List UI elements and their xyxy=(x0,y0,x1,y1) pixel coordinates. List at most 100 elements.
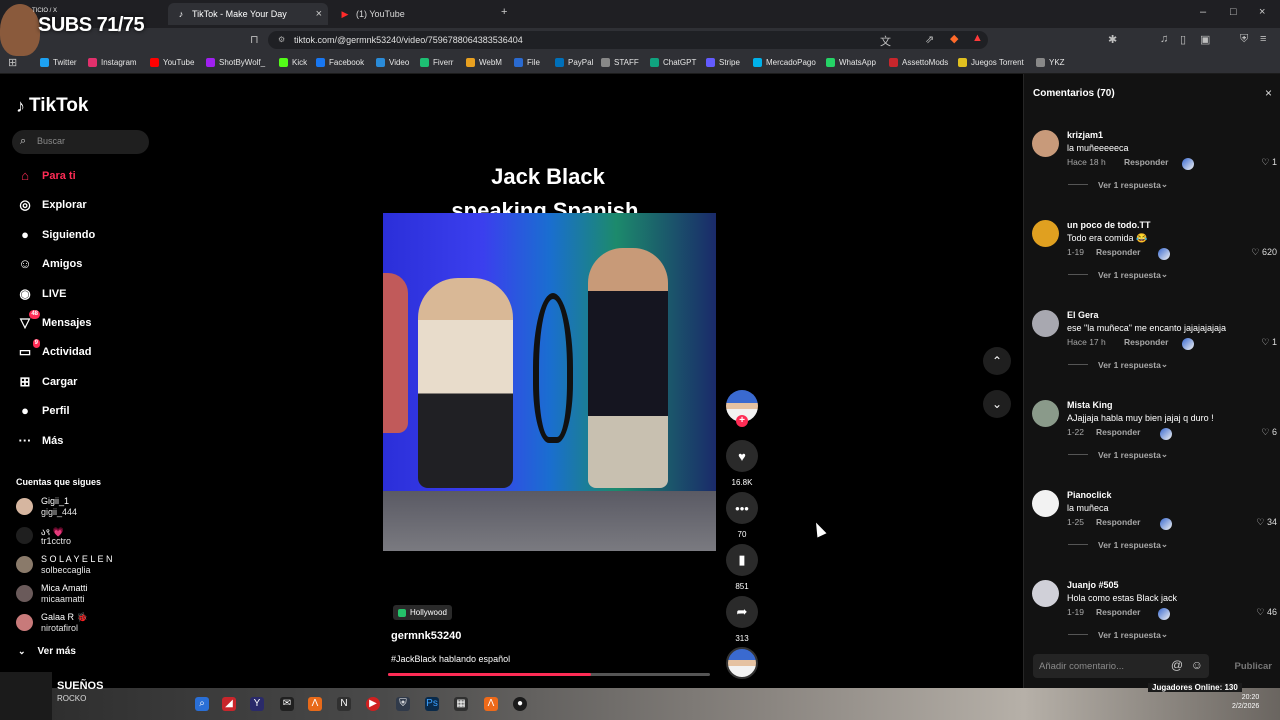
sidebar-item-para-ti[interactable]: ⌂ Para ti xyxy=(16,166,76,186)
avatar[interactable] xyxy=(1032,310,1059,337)
save-button[interactable]: ▮ xyxy=(726,544,758,576)
view-replies-button[interactable]: Ver 1 respuesta ⌄ xyxy=(1068,539,1168,550)
like-button[interactable]: ♥ xyxy=(726,440,758,472)
comment-username[interactable]: Pianoclick xyxy=(1067,490,1112,500)
youtube-music-icon[interactable]: ▶ xyxy=(366,697,380,711)
view-replies-button[interactable]: Ver 1 respuesta ⌄ xyxy=(1068,359,1168,370)
sidebar-item-perfil[interactable]: ● Perfil xyxy=(16,401,69,421)
github-icon[interactable]: ● xyxy=(513,697,527,711)
reply-button[interactable]: Responder xyxy=(1124,337,1168,347)
following-account[interactable]: ა९ 💗 tr1cctro xyxy=(16,523,146,549)
avatar[interactable] xyxy=(1032,130,1059,157)
video-player[interactable] xyxy=(383,213,716,551)
previous-video-button[interactable]: ⌃ xyxy=(983,347,1011,375)
reply-button[interactable]: Responder xyxy=(1124,157,1168,167)
share-button[interactable]: ➦ xyxy=(726,596,758,628)
sidebar-item-siguiendo[interactable]: ● Siguiendo xyxy=(16,225,95,245)
reply-button[interactable]: Responder xyxy=(1096,427,1140,437)
bookmark-file[interactable]: File xyxy=(514,58,540,67)
comment-username[interactable]: un poco de todo.TT xyxy=(1067,220,1150,230)
tiktok-logo[interactable]: ♪ TikTok xyxy=(16,95,88,117)
avatar[interactable] xyxy=(1032,220,1059,247)
app-icon-orange-2[interactable]: Λ xyxy=(484,697,498,711)
view-replies-button[interactable]: Ver 1 respuesta ⌄ xyxy=(1068,269,1168,280)
emoji-icon[interactable]: ☺ xyxy=(1191,658,1203,672)
comment-username[interactable]: krizjam1 xyxy=(1067,130,1103,140)
sidebar-item-live[interactable]: ◉ LIVE xyxy=(16,284,66,304)
comment-like-button[interactable]: ♡ 1 xyxy=(1261,337,1277,348)
view-replies-button[interactable]: Ver 1 respuesta ⌄ xyxy=(1068,629,1168,640)
comment-button[interactable]: ••• xyxy=(726,492,758,524)
music-disc-avatar[interactable] xyxy=(726,647,758,679)
mail-icon[interactable]: ✉ xyxy=(280,697,294,711)
media-icon[interactable]: ♫ xyxy=(1160,33,1168,45)
publish-button[interactable]: Publicar xyxy=(1235,661,1273,672)
search-taskbar-icon[interactable]: ⌕ xyxy=(195,697,209,711)
maximize-icon[interactable]: □ xyxy=(1230,6,1237,18)
comment-like-button[interactable]: ♡ 6 xyxy=(1261,427,1277,438)
comment-input[interactable]: Añadir comentario... @ ☺ xyxy=(1033,654,1209,678)
avatar[interactable] xyxy=(1032,490,1059,517)
vpn-icon[interactable]: ⛨ xyxy=(1240,33,1248,46)
sidebar-icon[interactable]: ▯ xyxy=(1180,33,1186,46)
bookmark-stripe[interactable]: Stripe xyxy=(706,58,740,67)
sidebar-item-actividad[interactable]: ▭ 9 Actividad xyxy=(16,339,92,362)
app-icon-n[interactable]: N xyxy=(337,697,351,711)
bookmark-whatsapp[interactable]: WhatsApp xyxy=(826,58,876,67)
video-author[interactable]: germnk53240 xyxy=(391,630,461,642)
comment-like-button[interactable]: ♡ 620 xyxy=(1251,247,1277,258)
reply-button[interactable]: Responder xyxy=(1096,517,1140,527)
comment-like-button[interactable]: ♡ 1 xyxy=(1261,157,1277,168)
bookmark-kick[interactable]: Kick xyxy=(279,58,307,67)
sidebar-item-m-s[interactable]: ··· Más xyxy=(16,431,64,451)
hashtag-chip[interactable]: Hollywood xyxy=(393,605,452,620)
tab-youtube[interactable]: ▶ (1) YouTube xyxy=(332,3,492,25)
bookmark-paypal[interactable]: PayPal xyxy=(555,58,593,67)
follow-plus-icon[interactable]: + xyxy=(736,415,748,427)
reply-button[interactable]: Responder xyxy=(1096,607,1140,617)
following-account[interactable]: S O L A Y E L E Nsolbeccaglia xyxy=(16,552,146,578)
sidebar-item-cargar[interactable]: ⊞ Cargar xyxy=(16,372,78,392)
bookmark-shotbywolf[interactable]: ShotByWolf_ xyxy=(206,58,265,67)
bookmark-juegos-torrent[interactable]: Juegos Torrent xyxy=(958,58,1024,67)
bookmark-chatgpt[interactable]: ChatGPT xyxy=(650,58,696,67)
video-progress-bar[interactable] xyxy=(388,673,710,676)
comment-like-button[interactable]: ♡ 34 xyxy=(1256,517,1277,528)
bookmark-assettomods[interactable]: AssettoMods xyxy=(889,58,948,67)
comment-username[interactable]: Juanjo #505 xyxy=(1067,580,1119,590)
bookmark-webm[interactable]: WebM xyxy=(466,58,502,67)
tab-tiktok[interactable]: ♪ TikTok - Make Your Day × xyxy=(168,3,328,25)
sidebar-item-amigos[interactable]: ☺ Amigos xyxy=(16,254,82,274)
close-tab-icon[interactable]: × xyxy=(316,8,322,20)
sidebar-item-mensajes[interactable]: ▽ 48 Mensajes xyxy=(16,310,92,333)
comment-username[interactable]: Mista King xyxy=(1067,400,1113,410)
following-account[interactable]: Gigii_1 gigii_444 xyxy=(16,494,146,520)
app-icon-red[interactable]: ◢ xyxy=(222,697,236,711)
wallet-icon[interactable]: ▣ xyxy=(1200,33,1210,46)
translate-icon[interactable]: 文 xyxy=(880,33,891,49)
new-tab-icon[interactable]: + xyxy=(501,6,507,18)
brave-shield-icon[interactable]: ◆ xyxy=(950,32,958,45)
app-icon-grid[interactable]: ▦ xyxy=(454,697,468,711)
following-account[interactable]: Mica Amatti micaamatti xyxy=(16,581,146,607)
comment-like-button[interactable]: ♡ 46 xyxy=(1256,607,1277,618)
mention-icon[interactable]: @ xyxy=(1171,658,1183,672)
site-info-icon[interactable]: ⚙ xyxy=(278,31,285,49)
video-description[interactable]: #JackBlack hablando español xyxy=(391,654,510,664)
avatar[interactable] xyxy=(1032,400,1059,427)
close-window-icon[interactable]: × xyxy=(1259,6,1265,18)
app-icon-y[interactable]: Y xyxy=(250,697,264,711)
bookmark-icon[interactable]: ⊓ xyxy=(250,33,259,46)
next-video-button[interactable]: ⌄ xyxy=(983,390,1011,418)
close-icon[interactable]: × xyxy=(1265,86,1272,100)
following-account[interactable]: Galaa R 🐞 nirotafirol xyxy=(16,610,146,636)
view-replies-button[interactable]: Ver 1 respuesta ⌄ xyxy=(1068,449,1168,460)
minimize-icon[interactable]: – xyxy=(1200,6,1206,18)
view-replies-button[interactable]: Ver 1 respuesta ⌄ xyxy=(1068,179,1168,190)
bookmark-fiverr[interactable]: Fiverr xyxy=(420,58,453,67)
brave-rewards-icon[interactable]: ▲ xyxy=(972,32,983,44)
bookmark-mercadopago[interactable]: MercadoPago xyxy=(753,58,816,67)
bookmark-video[interactable]: Video xyxy=(376,58,409,67)
comment-username[interactable]: El Gera xyxy=(1067,310,1099,320)
extensions-icon[interactable]: ✱ xyxy=(1108,33,1117,46)
